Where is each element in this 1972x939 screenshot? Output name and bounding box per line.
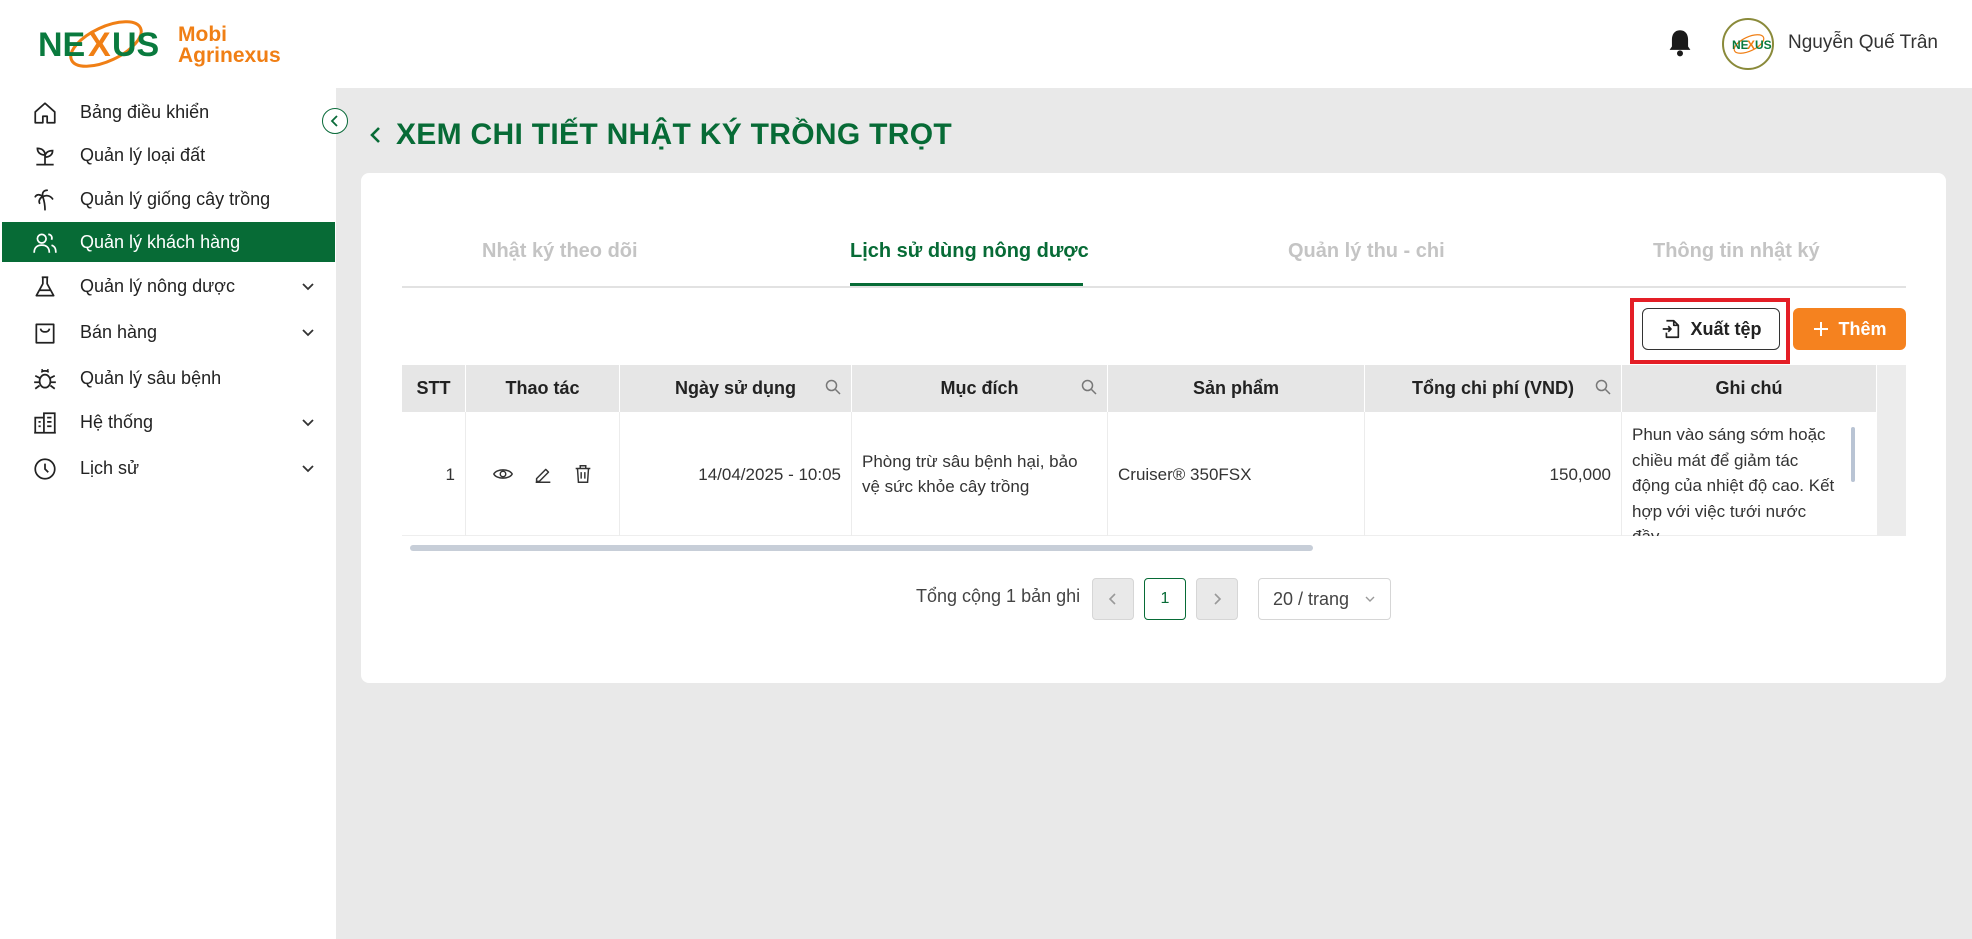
sidebar-item-dashboard[interactable]: Bảng điều khiển — [2, 92, 335, 132]
pagination-next-button[interactable] — [1196, 578, 1238, 620]
plus-icon — [1814, 322, 1829, 336]
sidebar-item-soil-types[interactable]: Quản lý loại đất — [2, 135, 335, 175]
column-header-date-label: Ngày sử dụng — [674, 378, 797, 398]
column-header-date: Ngày sử dụng — [620, 365, 852, 412]
chevron-down-icon — [302, 283, 314, 291]
fixed-column-shadow — [1877, 365, 1906, 536]
pagination-page-1[interactable]: 1 — [1144, 578, 1186, 620]
home-icon — [34, 102, 56, 124]
avatar-logo-icon: NE X US — [1732, 34, 1772, 54]
table-row: 1 14/04/2025 - 10:05 Phòng trừ sâu bệnh … — [402, 412, 1906, 536]
sidebar-item-system[interactable]: Hệ thống — [2, 402, 335, 442]
svg-text:X: X — [88, 26, 111, 64]
page-title: XEM CHI TIẾT NHẬT KÝ TRỒNG TRỌT — [396, 118, 952, 151]
palm-tree-icon — [34, 189, 54, 211]
back-arrow-icon[interactable] — [368, 124, 384, 146]
app-header: NE X US Mobi Agrinexus NE X US Nguyễn Qu… — [0, 0, 1972, 88]
cell-note: Phun vào sáng sớm hoặc chiều mát để giảm… — [1632, 425, 1835, 536]
pesticide-usage-table: STT Thao tác Ngày sử dụng Mục đích Sản p… — [402, 365, 1906, 555]
flask-icon — [35, 276, 55, 297]
bell-icon[interactable] — [1666, 28, 1694, 58]
bug-icon — [34, 368, 56, 390]
search-icon[interactable] — [1081, 379, 1097, 395]
note-scrollbar[interactable] — [1851, 427, 1855, 482]
sidebar-item-label: Quản lý khách hàng — [80, 232, 241, 252]
pagination-prev-button[interactable] — [1092, 578, 1134, 620]
svg-text:US: US — [1755, 38, 1772, 52]
chevron-right-icon — [1214, 593, 1222, 605]
cell-purpose: Phòng trừ sâu bệnh hại, bảo vệ sức khỏe … — [852, 412, 1108, 536]
active-tab-indicator — [850, 283, 1083, 286]
cell-actions — [466, 412, 620, 536]
page-size-select[interactable]: 20 / trang — [1258, 578, 1391, 620]
brand-name: Mobi Agrinexus — [178, 24, 281, 66]
sidebar-item-label: Hệ thống — [80, 412, 154, 432]
chevron-down-icon — [1365, 596, 1375, 602]
search-icon[interactable] — [825, 379, 841, 395]
chevron-down-icon — [302, 419, 314, 427]
tab-pesticide-history[interactable]: Lịch sử dùng nông dược — [850, 240, 1089, 263]
sprout-icon — [36, 147, 54, 166]
svg-text:US: US — [112, 26, 159, 64]
page-size-value: 20 / trang — [1273, 588, 1350, 609]
sidebar-item-label: Bảng điều khiển — [80, 102, 210, 122]
users-icon — [33, 233, 57, 253]
chevron-down-icon — [302, 465, 314, 473]
column-header-purpose: Mục đích — [852, 365, 1108, 412]
tab-tracking-log[interactable]: Nhật ký theo dõi — [482, 240, 638, 263]
annotation-highlight-box — [1630, 298, 1790, 364]
column-header-purpose-label: Mục đích — [940, 378, 1019, 398]
tab-bar: Nhật ký theo dõi Lịch sử dùng nông dược … — [402, 230, 1906, 288]
add-button[interactable]: Thêm — [1793, 308, 1906, 350]
chevron-left-icon — [330, 115, 338, 127]
sidebar-item-crop-varieties[interactable]: Quản lý giống cây trồng — [2, 179, 335, 219]
clock-icon — [34, 458, 56, 480]
cell-total-cost: 150,000 — [1365, 412, 1622, 536]
column-header-note: Ghi chú — [1622, 365, 1877, 412]
sidebar-item-sales[interactable]: Bán hàng — [2, 312, 335, 352]
column-header-actions: Thao tác — [466, 365, 620, 412]
search-icon[interactable] — [1595, 379, 1611, 395]
svg-text:X: X — [1747, 38, 1755, 52]
cell-product: Cruiser® 350FSX — [1108, 412, 1365, 536]
pagination-total: Tổng cộng 1 bản ghi — [916, 586, 1081, 606]
add-label: Thêm — [1838, 318, 1887, 339]
user-name[interactable]: Nguyễn Quế Trân — [1788, 32, 1938, 54]
sidebar-item-label: Quản lý sâu bệnh — [80, 368, 222, 388]
column-header-total-cost: Tổng chi phí (VND) — [1365, 365, 1622, 412]
eye-icon[interactable] — [492, 463, 514, 485]
sidebar-item-history[interactable]: Lịch sử — [2, 448, 335, 488]
tab-log-info[interactable]: Thông tin nhật ký — [1653, 240, 1820, 263]
table-horizontal-scrollbar[interactable] — [410, 545, 1313, 551]
shopping-bag-icon — [35, 323, 55, 344]
svg-text:NE: NE — [38, 26, 85, 64]
sidebar-item-label: Lịch sử — [80, 458, 140, 478]
table-header: STT Thao tác Ngày sử dụng Mục đích Sản p… — [402, 365, 1906, 412]
trash-icon[interactable] — [572, 463, 594, 485]
column-header-stt: STT — [402, 365, 466, 412]
brand-name-line1: Mobi — [178, 23, 227, 46]
sidebar-item-label: Quản lý loại đất — [80, 145, 206, 165]
sidebar-item-label: Bán hàng — [80, 322, 158, 342]
cell-date: 14/04/2025 - 10:05 — [620, 412, 852, 536]
sidebar-item-pesticides[interactable]: Quản lý nông dược — [2, 266, 335, 306]
chevron-left-icon — [1108, 593, 1116, 605]
column-header-total-cost-label: Tổng chi phí (VND) — [1412, 378, 1574, 398]
cell-stt: 1 — [402, 412, 466, 536]
chevron-down-icon — [302, 329, 314, 337]
sidebar-item-customers[interactable]: Quản lý khách hàng — [2, 222, 335, 262]
sidebar-item-label: Quản lý giống cây trồng — [80, 189, 271, 209]
brand-name-line2: Agrinexus — [178, 44, 281, 67]
sidebar-item-pests[interactable]: Quản lý sâu bệnh — [2, 358, 335, 398]
edit-icon[interactable] — [532, 463, 554, 485]
sidebar-item-label: Quản lý nông dược — [80, 276, 235, 296]
building-icon — [34, 412, 56, 434]
nexus-logo[interactable]: NE X US — [36, 14, 166, 74]
sidebar-collapse-button[interactable] — [322, 108, 348, 134]
column-header-product: Sản phẩm — [1108, 365, 1365, 412]
avatar[interactable]: NE X US — [1722, 18, 1774, 70]
tab-income-expense[interactable]: Quản lý thu - chi — [1288, 240, 1445, 263]
